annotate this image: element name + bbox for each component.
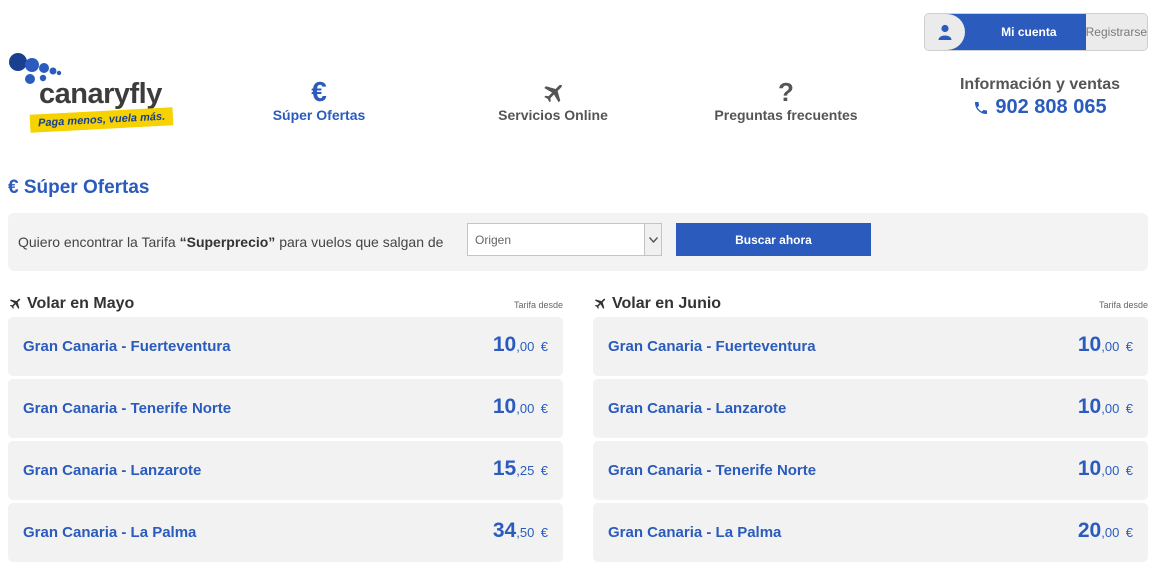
origin-select[interactable]: Origen: [467, 223, 662, 256]
search-button[interactable]: Buscar ahora: [676, 223, 871, 256]
offer-row[interactable]: Gran Canaria - Fuerteventura 10,00 €: [593, 317, 1148, 376]
origin-select-value: Origen: [475, 233, 512, 247]
search-panel: Quiero encontrar la Tarifa “Superprecio”…: [8, 213, 1148, 271]
price-currency: €: [540, 463, 548, 478]
plane-icon: [544, 84, 562, 103]
price-currency: €: [1125, 401, 1133, 416]
price-dec: ,00: [516, 339, 535, 354]
phone-number: 902 808 065: [995, 96, 1107, 118]
price-int: 10: [1077, 457, 1102, 480]
price-int: 34: [492, 519, 517, 542]
nav-servicios-online[interactable]: Servicios Online: [453, 78, 653, 123]
offer-row[interactable]: Gran Canaria - Tenerife Norte 10,00 €: [8, 379, 563, 438]
phone-icon: [975, 101, 988, 114]
question-icon: ?: [778, 77, 794, 107]
price-int: 15: [492, 457, 517, 480]
offer-route: Gran Canaria - La Palma: [23, 524, 197, 541]
account-switch: Mi cuenta Registrarse: [924, 13, 1148, 51]
price-int: 10: [1077, 395, 1102, 418]
search-text-bold: “Superprecio”: [179, 234, 276, 250]
offer-row[interactable]: Gran Canaria - La Palma 20,00 €: [593, 503, 1148, 562]
price-dec: ,00: [516, 401, 535, 416]
price-int: 10: [1077, 333, 1102, 356]
price-dec: ,00: [1101, 525, 1120, 540]
offer-price: 10,00 €: [1078, 395, 1133, 419]
nav-preguntas-frecuentes[interactable]: ? Preguntas frecuentes: [686, 78, 886, 123]
nav-label: Servicios Online: [498, 107, 608, 123]
logo[interactable]: canaryfly Paga menos, vuela más.: [8, 52, 178, 142]
price-int: 20: [1077, 519, 1102, 542]
offer-price: 34,50 €: [493, 519, 548, 543]
search-text-before: Quiero encontrar la Tarifa: [18, 234, 180, 250]
offer-price: 15,25 €: [493, 457, 548, 481]
column-header: Volar en Junio Tarifa desde: [593, 293, 1148, 317]
price-int: 10: [492, 395, 517, 418]
price-currency: €: [540, 339, 548, 354]
offer-route: Gran Canaria - Lanzarote: [23, 462, 202, 479]
offer-route: Gran Canaria - Lanzarote: [608, 400, 787, 417]
chevron-down-icon: [644, 224, 661, 255]
offer-row[interactable]: Gran Canaria - La Palma 34,50 €: [8, 503, 563, 562]
register-button[interactable]: Registrarse: [1085, 14, 1147, 50]
column-subtitle: Tarifa desde: [1098, 300, 1148, 310]
column-title: Volar en Mayo: [27, 295, 135, 312]
user-icon[interactable]: [925, 14, 966, 50]
offer-route: Gran Canaria - Fuerteventura: [23, 338, 231, 355]
offer-price: 10,00 €: [1078, 333, 1133, 357]
phone-link[interactable]: 902 808 065: [940, 96, 1140, 119]
column-subtitle: Tarifa desde: [513, 300, 563, 310]
info-title: Información y ventas: [959, 76, 1121, 93]
my-account-button[interactable]: Mi cuenta: [947, 14, 1086, 50]
search-text-after: para vuelos que salgan de: [275, 234, 444, 250]
offer-price: 20,00 €: [1078, 519, 1133, 543]
nav-label: Preguntas frecuentes: [714, 107, 858, 123]
offer-row[interactable]: Gran Canaria - Tenerife Norte 10,00 €: [593, 441, 1148, 500]
offer-row[interactable]: Gran Canaria - Lanzarote 10,00 €: [593, 379, 1148, 438]
logo-wordmark: canaryfly: [39, 78, 162, 110]
price-dec: ,00: [1101, 401, 1120, 416]
nav-label: Súper Ofertas: [272, 107, 366, 123]
offer-route: Gran Canaria - Tenerife Norte: [23, 400, 232, 417]
offer-price: 10,00 €: [1078, 457, 1133, 481]
price-currency: €: [1125, 339, 1133, 354]
offer-route: Gran Canaria - Tenerife Norte: [608, 462, 817, 479]
price-currency: €: [540, 525, 548, 540]
offer-row[interactable]: Gran Canaria - Lanzarote 15,25 €: [8, 441, 563, 500]
column-header: Volar en Mayo Tarifa desde: [8, 293, 563, 317]
offer-price: 10,00 €: [493, 395, 548, 419]
offer-row[interactable]: Gran Canaria - Fuerteventura 10,00 €: [8, 317, 563, 376]
price-currency: €: [1125, 463, 1133, 478]
plane-icon: [594, 298, 606, 309]
nav-super-ofertas[interactable]: € Súper Ofertas: [219, 76, 419, 124]
offer-route: Gran Canaria - La Palma: [608, 524, 782, 541]
search-sentence: Quiero encontrar la Tarifa “Superprecio”…: [18, 234, 443, 250]
price-dec: ,00: [1101, 339, 1120, 354]
offers-column-may: Volar en Mayo Tarifa desde Gran Canaria …: [8, 293, 563, 565]
euro-icon: €: [311, 76, 327, 107]
page-title: € Súper Ofertas: [8, 177, 150, 198]
price-currency: €: [540, 401, 548, 416]
price-int: 10: [492, 333, 517, 356]
price-currency: €: [1125, 525, 1133, 540]
offer-route: Gran Canaria - Fuerteventura: [608, 338, 816, 355]
contact-info: Información y ventas 902 808 065: [940, 76, 1140, 119]
offer-price: 10,00 €: [493, 333, 548, 357]
price-dec: ,25: [516, 463, 535, 478]
plane-icon: [9, 298, 21, 309]
logo-tagline: Paga menos, vuela más.: [29, 107, 174, 133]
price-dec: ,00: [1101, 463, 1120, 478]
price-dec: ,50: [516, 525, 535, 540]
column-title: Volar en Junio: [612, 295, 722, 312]
offers-column-june: Volar en Junio Tarifa desde Gran Canaria…: [593, 293, 1148, 565]
